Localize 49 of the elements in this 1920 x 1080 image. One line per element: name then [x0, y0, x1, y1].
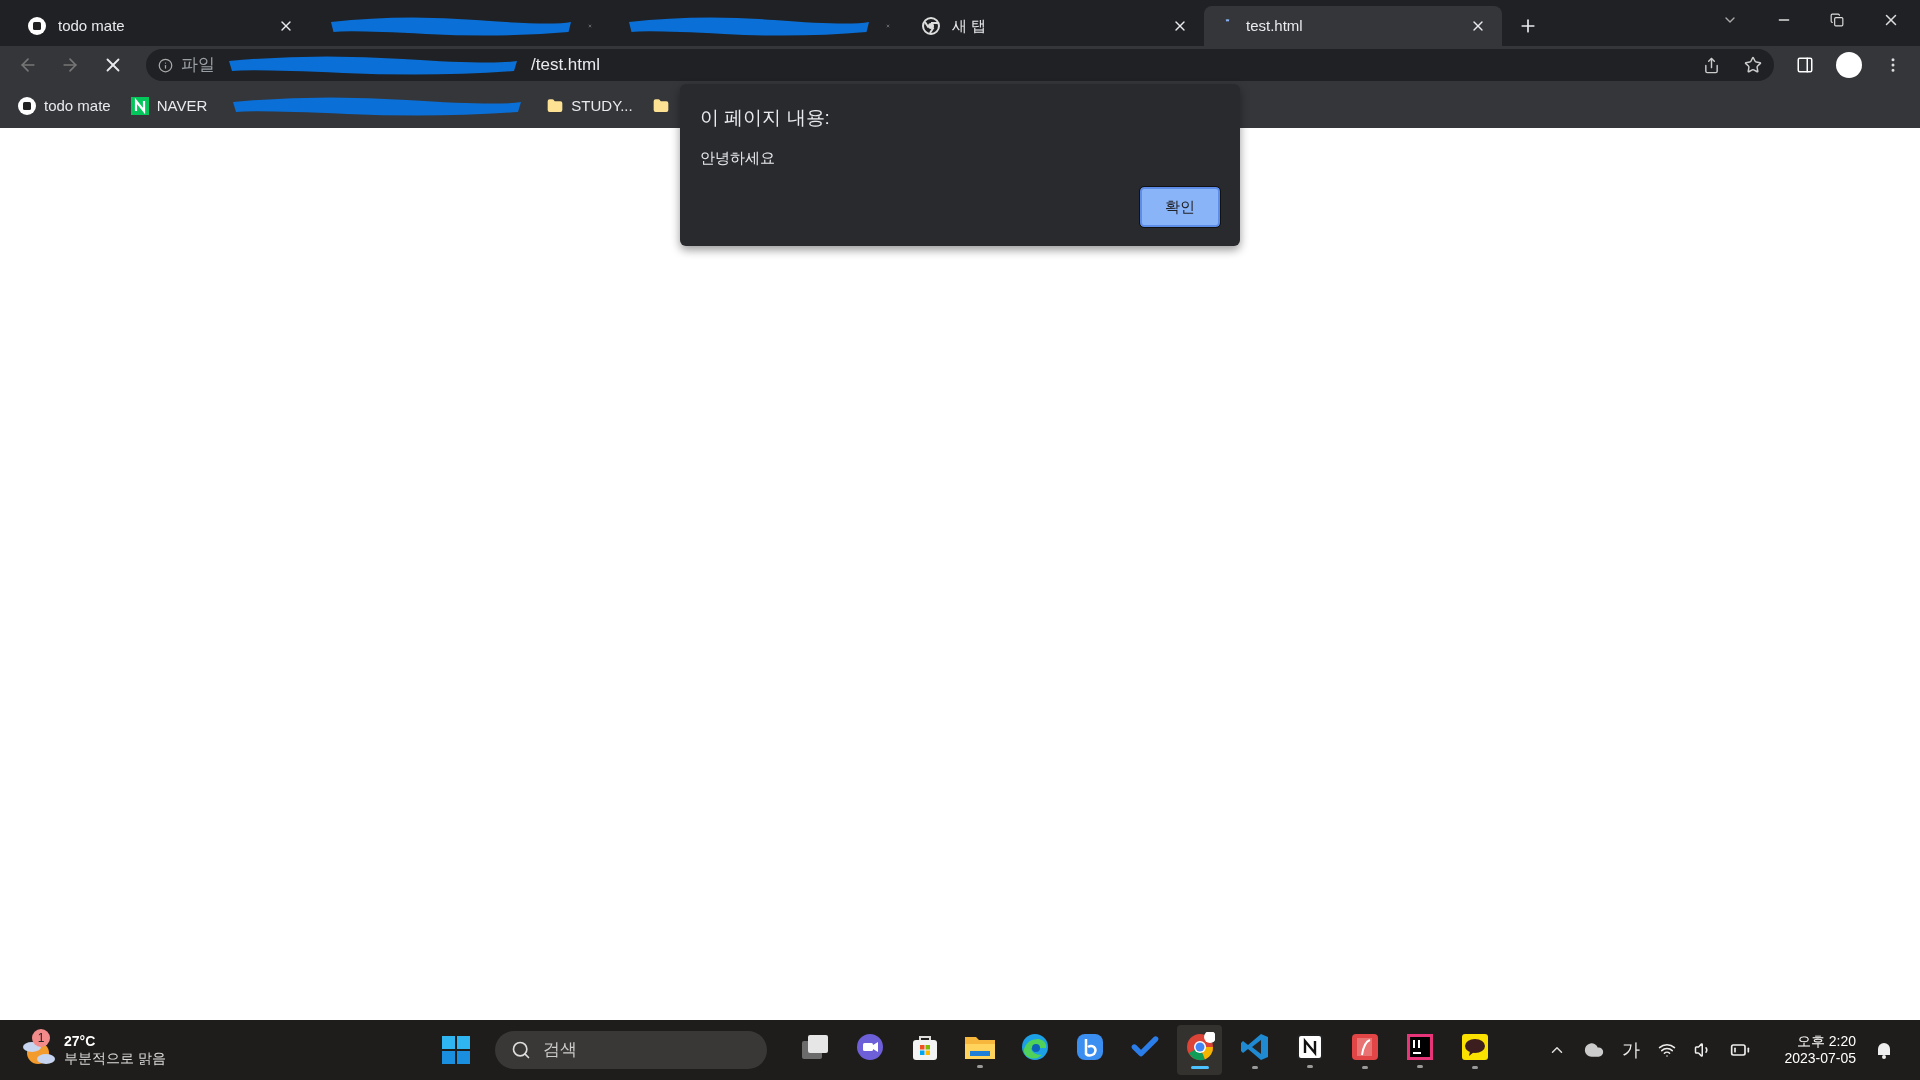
folder-icon [547, 98, 564, 114]
n-letter-icon [1295, 1032, 1324, 1061]
profile-avatar[interactable] [1836, 52, 1862, 78]
temperature-text: 27°C [64, 1032, 97, 1050]
input-method-indicator[interactable]: 가 [1622, 1036, 1641, 1064]
tab-title: 새 탭 [952, 15, 988, 36]
speech-bubble-icon [1459, 1031, 1490, 1062]
bookmark[interactable]: NAVER [130, 94, 208, 118]
dialog-title: 이 페이지 내용: [700, 106, 831, 130]
info-icon [158, 57, 173, 73]
browser-tab[interactable]: todo mate [12, 6, 310, 46]
app-logo-icon [28, 17, 46, 35]
search-field[interactable]: 검색 [495, 1031, 767, 1069]
tab-title: test.html [1246, 15, 1304, 36]
code-editor-icon [1239, 1031, 1270, 1062]
chrome-icon [922, 17, 940, 35]
side-panel-icon[interactable] [1796, 56, 1814, 74]
url-scheme: 파일 [181, 54, 215, 77]
browser-tab[interactable]: test.html [1204, 6, 1502, 46]
clock[interactable]: 오후 2:20 2023-07-05 [1784, 1032, 1856, 1068]
search-icon [511, 1040, 531, 1060]
bookmark[interactable]: STUDY... [547, 94, 633, 118]
video-chat-icon [854, 1031, 885, 1062]
bookmark-star-icon[interactable] [1744, 56, 1762, 74]
wave-circle-icon [1019, 1031, 1050, 1062]
dialog-message: 안녕하세요 [700, 147, 776, 168]
restore-icon[interactable] [1830, 13, 1844, 27]
share-icon[interactable] [1703, 56, 1720, 74]
app-logo-icon [18, 97, 36, 115]
stacked-windows-icon [799, 1032, 830, 1061]
loading-spinner-icon [1224, 19, 1230, 22]
bookmark[interactable]: todo mate [18, 94, 111, 118]
url-path: /test.html [531, 54, 600, 77]
folder-icon [652, 98, 669, 114]
n-letter-icon [130, 97, 149, 115]
notification-badge: 1 [32, 1029, 50, 1047]
browser-tab[interactable]: 새 탭 [906, 6, 1204, 46]
address-bar[interactable]: 파일 /test.html [146, 49, 1774, 81]
b-letter-icon [1074, 1031, 1105, 1062]
wifi-icon[interactable] [1658, 1041, 1677, 1059]
weather-condition: 부분적으로 맑음 [64, 1050, 166, 1068]
bookmark[interactable] [652, 98, 669, 114]
taskbar-app[interactable] [1177, 1025, 1222, 1075]
ok-button[interactable]: 확인 [1140, 187, 1220, 227]
tab-title: todo mate [58, 15, 126, 36]
ide-icon [1405, 1032, 1434, 1061]
book-icon [1349, 1031, 1380, 1062]
chrome-icon [1184, 1031, 1215, 1062]
windows-start-icon[interactable] [442, 1036, 470, 1064]
